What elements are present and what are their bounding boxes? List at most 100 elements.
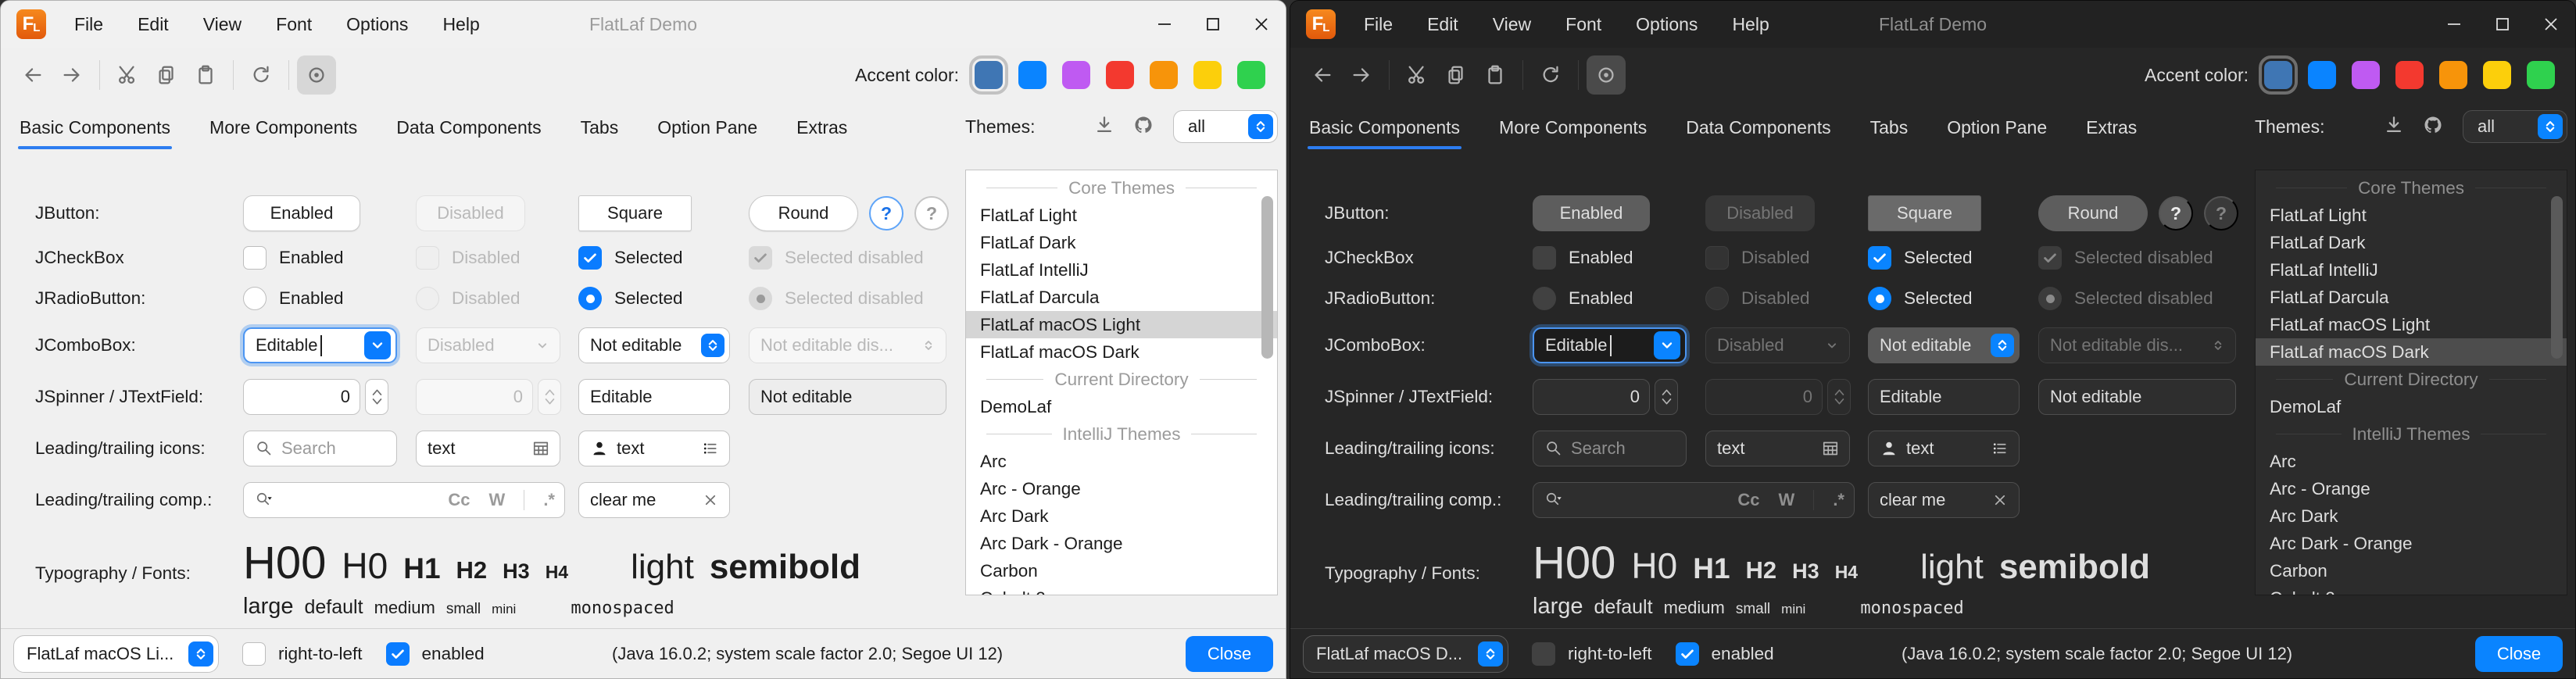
right-to-left-checkbox[interactable] [242,642,266,666]
menu-item[interactable]: Edit [138,14,169,35]
accent-color-swatch[interactable] [2308,61,2336,89]
date-input[interactable]: text [416,431,560,466]
whole-word-toggle[interactable]: W [489,490,506,510]
tab[interactable]: Data Components [1684,109,1832,149]
clearable-input[interactable]: clear me [1868,482,2020,518]
theme-list-item[interactable]: FlatLaf macOS Dark [966,338,1277,366]
search-input[interactable]: Search [1533,431,1687,466]
square-button[interactable]: Square [578,195,692,231]
refresh-icon[interactable] [1531,55,1570,95]
download-icon[interactable] [2383,114,2405,140]
menu-item[interactable]: Options [1636,14,1698,35]
theme-list-item[interactable]: FlatLaf Light [2256,202,2567,229]
menu-item[interactable]: Edit [1427,14,1458,35]
theme-list-item[interactable]: FlatLaf Darcula [2256,284,2567,311]
whole-word-toggle[interactable]: W [1779,490,1795,510]
themes-filter-combobox[interactable]: all [1173,110,1278,143]
radio-enabled[interactable] [1533,287,1556,310]
theme-list-item[interactable]: Arc - Orange [966,475,1277,502]
refresh-icon[interactable] [242,55,281,95]
github-icon[interactable] [1132,114,1154,140]
close-window-button[interactable] [2527,1,2575,48]
radio-selected[interactable] [1868,287,1891,310]
accent-color-swatch[interactable] [2527,61,2555,89]
regex-toggle[interactable]: .* [543,490,555,510]
theme-list-item[interactable]: FlatLaf macOS Dark [2256,338,2567,366]
accent-color-swatch[interactable] [1106,61,1134,89]
checkbox-enabled[interactable] [243,246,267,270]
menu-item[interactable]: Help [1732,14,1769,35]
forward-button[interactable] [1342,55,1381,95]
tab[interactable]: More Components [1497,109,1648,149]
theme-list-item[interactable]: IntelliJ Themes [2256,420,2567,448]
tab[interactable]: Basic Components [18,109,172,149]
radio-selected[interactable] [578,287,602,310]
search-options-input[interactable]: Cc W .* [243,482,565,518]
not-editable-combobox[interactable]: Not editable [578,327,730,363]
enabled-checkbox[interactable] [386,642,410,666]
copy-icon[interactable] [1436,55,1476,95]
tab[interactable]: Option Pane [656,109,759,149]
theme-list-item[interactable]: FlatLaf Dark [2256,229,2567,256]
close-window-button[interactable] [1237,1,1286,48]
checkbox-enabled[interactable] [1533,246,1556,270]
disabled-button[interactable]: Disabled [1705,195,1815,231]
theme-list-item[interactable]: IntelliJ Themes [966,420,1277,448]
user-input[interactable]: text [578,431,730,466]
spinner[interactable]: 0 [1533,379,1678,415]
accent-color-swatch[interactable] [1150,61,1178,89]
close-button[interactable]: Close [2475,636,2563,672]
tab[interactable]: Extras [2084,109,2138,149]
theme-list-item[interactable]: DemoLaf [2256,393,2567,420]
menu-item[interactable]: File [1364,14,1393,35]
menu-item[interactable]: File [74,14,103,35]
enabled-button[interactable]: Enabled [243,195,360,231]
scrollbar-thumb[interactable] [1261,196,1273,359]
search-input[interactable]: Search [243,431,397,466]
theme-list-item[interactable]: Carbon [2256,557,2567,584]
date-input[interactable]: text [1705,431,1850,466]
forward-button[interactable] [52,55,91,95]
regex-toggle[interactable]: .* [1833,490,1844,510]
clearable-input[interactable]: clear me [578,482,730,518]
not-editable-combobox[interactable]: Not editable [1868,327,2020,363]
chevron-down-icon[interactable] [1654,331,1680,359]
radio-enabled[interactable] [243,287,267,310]
copy-icon[interactable] [147,55,186,95]
accent-color-swatch[interactable] [1237,61,1265,89]
theme-list-item[interactable]: Arc Dark - Orange [2256,530,2567,557]
theme-list-item[interactable]: DemoLaf [966,393,1277,420]
download-icon[interactable] [1093,114,1115,140]
theme-list-item[interactable]: Current Directory [966,366,1277,393]
minimize-button[interactable] [1140,1,1189,48]
tab[interactable]: More Components [208,109,359,149]
theme-list-item[interactable]: Current Directory [2256,366,2567,393]
cut-icon[interactable] [1397,55,1436,95]
theme-list-item[interactable]: Core Themes [2256,174,2567,202]
round-button[interactable]: Round [2038,195,2148,231]
tab[interactable]: Basic Components [1308,109,1462,149]
menu-item[interactable]: View [203,14,242,35]
accent-color-swatch[interactable] [1018,61,1046,89]
laf-combobox[interactable]: FlatLaf macOS Li... [13,635,219,673]
close-button[interactable]: Close [1186,636,1273,672]
accent-color-swatch[interactable] [1062,61,1090,89]
menu-item[interactable]: Options [346,14,408,35]
checkbox-selected[interactable] [578,246,602,270]
round-button[interactable]: Round [749,195,858,231]
minimize-button[interactable] [2430,1,2478,48]
editable-textfield[interactable]: Editable [578,379,730,415]
theme-list-item[interactable]: Arc [2256,448,2567,475]
right-to-left-checkbox[interactable] [1532,642,1555,666]
theme-list-item[interactable]: FlatLaf IntelliJ [2256,256,2567,284]
accent-color-swatch[interactable] [1193,61,1222,89]
editable-combobox[interactable]: Editable [243,327,397,363]
scrollbar-thumb[interactable] [2551,196,2563,359]
theme-list-item[interactable]: FlatLaf Light [966,202,1277,229]
accent-color-swatch[interactable] [2352,61,2380,89]
spinner-value[interactable]: 0 [1533,379,1650,415]
accent-color-swatch[interactable] [2264,61,2292,89]
checkbox-selected[interactable] [1868,246,1891,270]
theme-list-item[interactable]: FlatLaf Dark [966,229,1277,256]
tab[interactable]: Extras [795,109,849,149]
